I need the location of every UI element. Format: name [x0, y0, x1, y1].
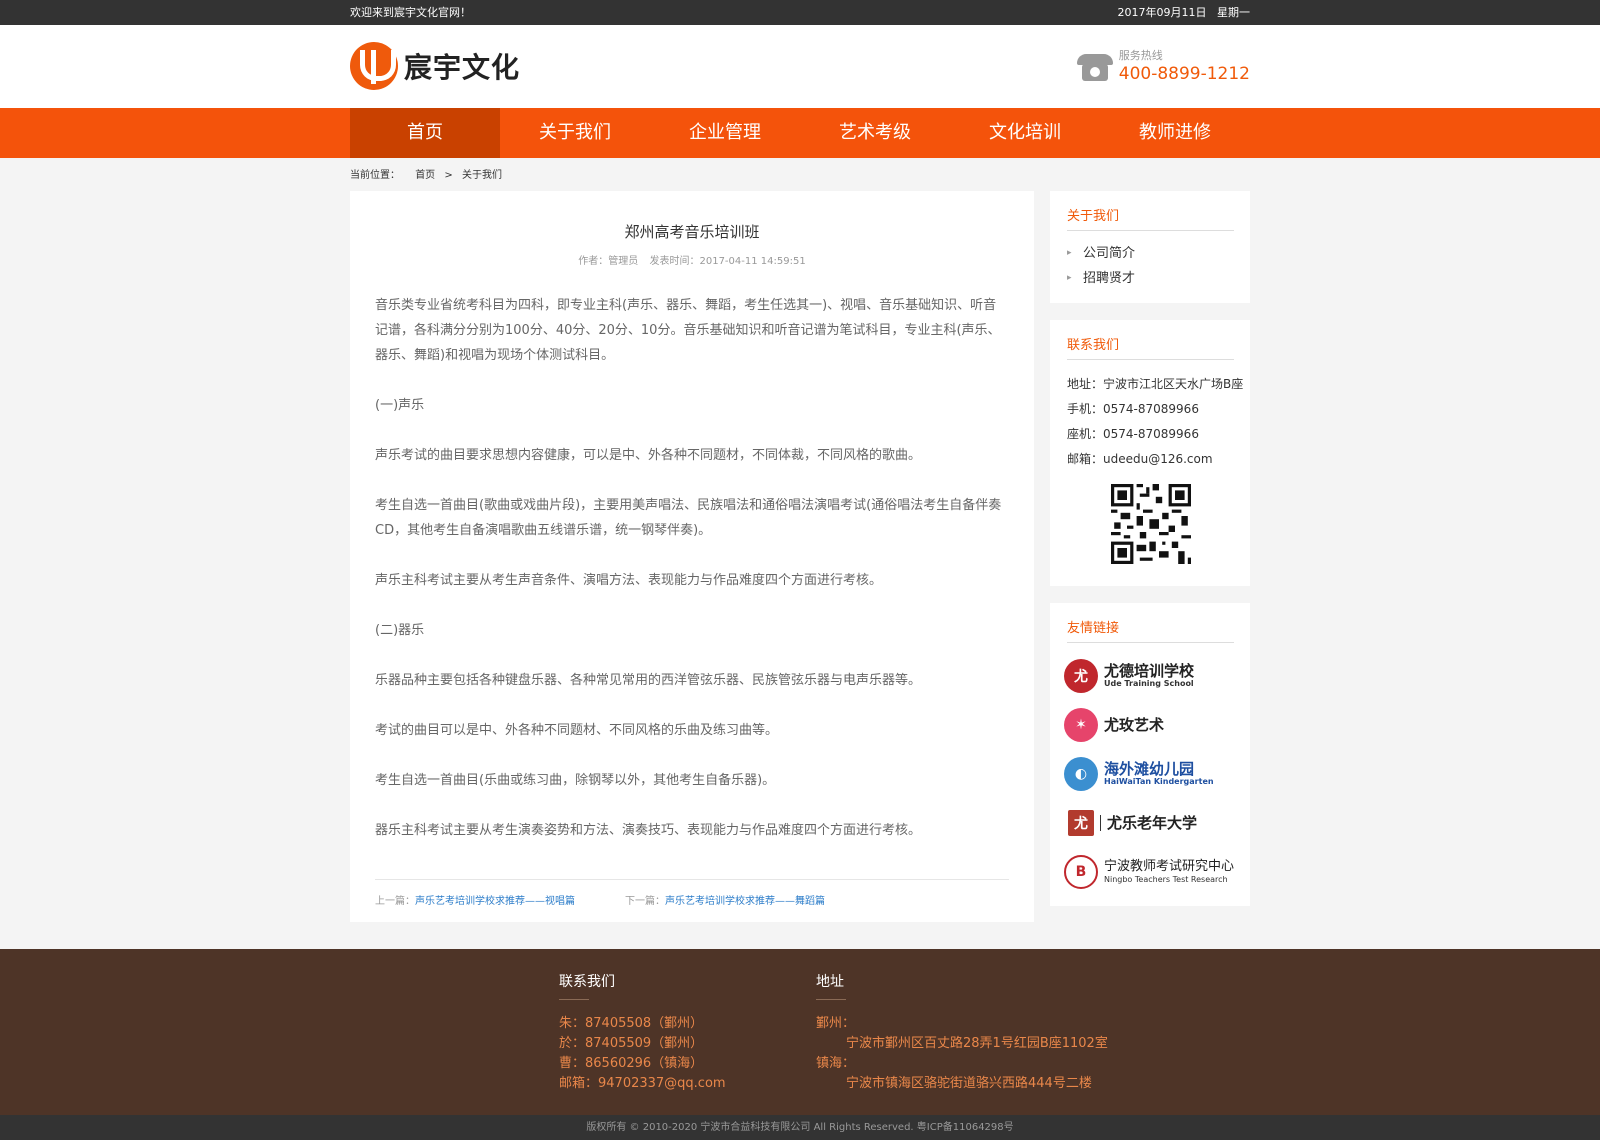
logo-text: 宸宇文化: [404, 51, 521, 84]
link-name: 尤德培训学校: [1104, 662, 1195, 680]
nav-item-home[interactable]: 首页: [350, 108, 500, 158]
article-meta: 作者：管理员 发表时间：2017-04-11 14:59:51: [375, 252, 1009, 267]
footer-contact-email: 邮箱：94702337@qq.com: [559, 1076, 726, 1091]
top-bar: 欢迎来到宸宇文化官网！ 2017年09月11日 星期一: [0, 0, 1600, 25]
prev-article-link[interactable]: 声乐艺考培训学校求推荐——视唱篇: [415, 896, 575, 907]
logo-icon: [350, 42, 398, 90]
friend-link-ude-school[interactable]: 尤 尤德培训学校 Ude Training School: [1064, 651, 1234, 700]
site-footer: 联系我们 朱：87405508（鄞州） 於：87405509（鄞州） 曹：865…: [0, 949, 1600, 1115]
contact-box: 联系我们 地址：宁波市江北区天水广场B座 手机：0574-87089966 座机…: [1050, 320, 1250, 586]
article-paragraph: 器乐主科考试主要从考生演奏姿势和方法、演奏技巧、表现能力与作品难度四个方面进行考…: [375, 823, 922, 838]
article-paragraph: 声乐考试的曲目要求思想内容健康，可以是中、外各种不同题材，不同体裁，不同风格的歌…: [375, 448, 922, 463]
nav-item-management[interactable]: 企业管理: [650, 108, 800, 158]
ude-school-logo-icon: 尤: [1064, 658, 1098, 693]
friend-links-box: 友情链接 尤 尤德培训学校 Ude Training School ✶ 尤玫艺术: [1050, 603, 1250, 906]
link-subtitle: Ude Training School: [1104, 679, 1194, 688]
article-paragraph: 考生自选一首曲目(歌曲或戏曲片段)，主要用美声唱法、民族唱法和通俗唱法演唱考试(…: [375, 498, 1002, 538]
youmei-art-logo-icon: ✶: [1064, 707, 1098, 742]
article-paragraph: 声乐主科考试主要从考生声音条件、演唱方法、表现能力与作品难度四个方面进行考核。: [375, 573, 883, 588]
footer-address: 地址 鄞州： 宁波市鄞州区百丈路28弄1号红园B座1102室 镇海： 宁波市镇海…: [816, 971, 1108, 1094]
breadcrumb-home[interactable]: 首页: [415, 170, 435, 181]
site-logo[interactable]: 宸宇文化: [350, 42, 520, 90]
nav-item-culture-training[interactable]: 文化培训: [950, 108, 1100, 158]
youle-logo-icon: 尤: [1068, 809, 1094, 836]
nav-item-art-exam[interactable]: 艺术考级: [800, 108, 950, 158]
footer-zhenhai-label: 镇海：: [816, 1056, 856, 1071]
friend-link-youle-university[interactable]: 尤 尤乐老年大学: [1064, 798, 1234, 847]
footer-yinzhou-label: 鄞州：: [816, 1016, 856, 1031]
footer-address-title: 地址: [816, 971, 846, 1000]
date-display: 2017年09月11日 星期一: [1118, 0, 1251, 25]
haiwaitan-logo-icon: ◐: [1064, 756, 1098, 791]
sidebar-item-recruitment[interactable]: 招聘贤才: [1067, 266, 1234, 291]
breadcrumb: 当前位置： 首页 > 关于我们: [350, 158, 1250, 191]
ningbo-center-logo-icon: B: [1064, 854, 1098, 889]
article-title: 郑州高考音乐培训班: [624, 223, 760, 241]
article-paragraph: 考生自选一首曲目(乐曲或练习曲，除钢琴以外，其他考生自备乐器)。: [375, 773, 776, 788]
site-header: 宸宇文化 服务热线 400-8899-1212: [0, 25, 1600, 108]
about-box: 关于我们 公司简介 招聘贤才: [1050, 191, 1250, 303]
footer-yinzhou-address: 宁波市鄞州区百丈路28弄1号红园B座1102室: [846, 1036, 1108, 1051]
footer-contact: 联系我们 朱：87405508（鄞州） 於：87405509（鄞州） 曹：865…: [559, 971, 816, 1094]
link-name: 海外滩幼儿园: [1104, 760, 1195, 778]
main-content: 郑州高考音乐培训班 作者：管理员 发表时间：2017-04-11 14:59:5…: [350, 191, 1250, 922]
article-paragraph: 音乐类专业省统考科目为四科，即专业主科(声乐、器乐、舞蹈，考生任选其一)、视唱、…: [375, 298, 1001, 363]
hotline-label: 服务热线: [1118, 49, 1163, 62]
next-article: 下一篇：声乐艺考培训学校求推荐——舞蹈篇: [625, 892, 875, 907]
contact-email: 邮箱：udeedu@126.com: [1067, 452, 1213, 466]
hotline-number: 400-8899-1212: [1118, 64, 1250, 84]
article-paragraph: (二)器乐: [375, 623, 425, 638]
footer-contact-title: 联系我们: [559, 971, 615, 1000]
breadcrumb-separator: >: [444, 170, 453, 181]
prev-article: 上一篇：声乐艺考培训学校求推荐——视唱篇: [375, 892, 625, 907]
link-subtitle: HaiWaiTan Kindergarten: [1104, 777, 1214, 786]
link-name: 宁波教师考试研究中心: [1104, 859, 1235, 874]
main-nav: 首页 关于我们 企业管理 艺术考级 文化培训 教师进修: [0, 108, 1600, 158]
about-box-title: 关于我们: [1067, 205, 1234, 231]
article: 郑州高考音乐培训班 作者：管理员 发表时间：2017-04-11 14:59:5…: [350, 191, 1034, 922]
friend-link-ningbo-teachers-center[interactable]: B 宁波教师考试研究中心 Ningbo Teachers Test Resear…: [1064, 847, 1234, 896]
next-label: 下一篇：: [625, 896, 665, 907]
friend-link-youmei-art[interactable]: ✶ 尤玫艺术: [1064, 700, 1234, 749]
footer-zhenhai-address: 宁波市镇海区骆驼街道骆兴西路444号二楼: [846, 1076, 1092, 1091]
contact-mobile: 手机：0574-87089966: [1067, 402, 1199, 416]
contact-address: 地址：宁波市江北区天水广场B座: [1067, 377, 1244, 391]
welcome-text: 欢迎来到宸宇文化官网！: [350, 6, 471, 19]
article-pager: 上一篇：声乐艺考培训学校求推荐——视唱篇 下一篇：声乐艺考培训学校求推荐——舞蹈…: [375, 879, 1009, 907]
prev-label: 上一篇：: [375, 896, 415, 907]
link-name: 尤玫艺术: [1104, 715, 1165, 734]
article-body: 音乐类专业省统考科目为四科，即专业主科(声乐、器乐、舞蹈，考生任选其一)、视唱、…: [375, 293, 1009, 843]
article-paragraph: 乐器品种主要包括各种键盘乐器、各种常见常用的西洋管弦乐器、民族管弦乐器与电声乐器…: [375, 673, 922, 688]
sidebar: 关于我们 公司简介 招聘贤才 联系我们 地址：宁波市江北区天水广场B座 手机：0…: [1050, 191, 1250, 921]
footer-contact-item: 於：87405509（鄞州）: [559, 1036, 704, 1051]
contact-box-title: 联系我们: [1067, 334, 1234, 360]
copyright-bar: 版权所有 © 2010-2020 宁波市合益科技有限公司 All Rights …: [0, 1115, 1600, 1140]
footer-contact-item: 曹：86560296（镇海）: [559, 1056, 704, 1071]
nav-item-teacher-training[interactable]: 教师进修: [1100, 108, 1250, 158]
breadcrumb-label: 当前位置：: [350, 170, 400, 181]
contact-phone: 座机：0574-87089966: [1067, 427, 1199, 441]
link-subtitle: Ningbo Teachers Test Research: [1104, 875, 1228, 884]
weekday-text: 星期一: [1217, 6, 1250, 19]
breadcrumb-current[interactable]: 关于我们: [462, 170, 502, 181]
sidebar-item-company-intro[interactable]: 公司简介: [1067, 241, 1234, 266]
qr-code-icon: [1110, 484, 1191, 564]
link-name: 尤乐老年大学: [1100, 814, 1197, 831]
footer-contact-item: 朱：87405508（鄞州）: [559, 1016, 704, 1031]
article-paragraph: (一)声乐: [375, 398, 425, 413]
article-paragraph: 考试的曲目可以是中、外各种不同题材、不同风格的乐曲及练习曲等。: [375, 723, 779, 738]
nav-item-about[interactable]: 关于我们: [500, 108, 650, 158]
friend-link-haiwaitan-kindergarten[interactable]: ◐ 海外滩幼儿园 HaiWaiTan Kindergarten: [1064, 749, 1234, 798]
service-hotline: 服务热线 400-8899-1212: [1076, 49, 1250, 85]
date-text: 2017年09月11日: [1117, 6, 1207, 19]
friend-links-title: 友情链接: [1067, 617, 1234, 643]
article-time: 发表时间：2017-04-11 14:59:51: [649, 256, 806, 267]
next-article-link[interactable]: 声乐艺考培训学校求推荐——舞蹈篇: [665, 896, 825, 907]
telephone-icon: [1076, 52, 1113, 82]
article-author: 作者：管理员: [578, 256, 639, 267]
